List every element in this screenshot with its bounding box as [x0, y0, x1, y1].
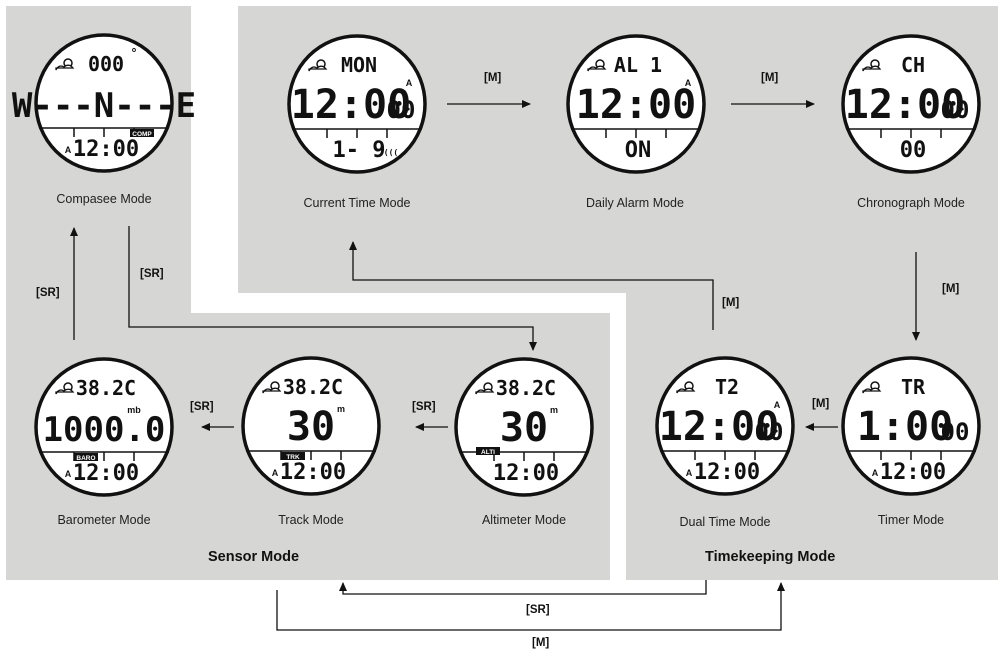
mode-caption-dual-time: Dual Time Mode — [679, 515, 771, 529]
bottom-readout: 12:00 — [73, 461, 139, 486]
corner-indicator: A — [406, 78, 413, 88]
bottom-prefix: A — [272, 468, 279, 478]
main-readout: 30 — [287, 404, 335, 450]
top-readout: 38.2C — [496, 376, 556, 400]
top-readout: TR — [901, 375, 926, 399]
unit-label: mb — [127, 405, 141, 415]
key-label-alti-to-track: [SR] — [412, 401, 436, 413]
watch-face-chrono: CH12:000000 — [841, 34, 981, 174]
watch-face-current: MON12:0000A1- 9((( — [287, 34, 427, 174]
key-label-alarm-to-chrono: [M] — [761, 72, 779, 84]
main-readout: W---N---E — [12, 86, 196, 126]
main-seconds: 00 — [941, 418, 970, 446]
main-readout: 1:00 — [857, 404, 953, 450]
main-readout: 12:00 — [576, 82, 696, 128]
group-label-timekeeping: Timekeeping Mode — [705, 549, 836, 565]
svg-text:ALTI: ALTI — [481, 449, 495, 456]
watch-face-alarm: AL 1 12:00A ON — [566, 34, 706, 174]
key-label-timekeeping-to-sensor: [SR] — [526, 604, 550, 616]
bottom-readout: ON — [625, 138, 652, 163]
key-label-track-to-baro: [SR] — [190, 401, 214, 413]
main-seconds: 00 — [941, 96, 970, 124]
bottom-prefix: A — [686, 468, 693, 478]
watch-face-dual: T212:0000AA 12:00 — [655, 356, 795, 496]
bottom-readout: 12:00 — [493, 461, 559, 486]
bottom-readout: 12:00 — [694, 460, 760, 485]
bottom-readout: 12:00 — [880, 460, 946, 485]
key-label-dual-to-current: [M] — [722, 297, 740, 309]
key-label-current-to-alarm: [M] — [484, 72, 502, 84]
bottom-prefix: A — [65, 469, 72, 479]
corner-indicator: A — [774, 400, 781, 410]
mode-caption-daily-alarm: Daily Alarm Mode — [586, 196, 684, 210]
mode-caption-current-time: Current Time Mode — [303, 196, 411, 210]
key-label-chrono-to-timer: [M] — [942, 283, 960, 295]
arrow-timekeeping-to-sensor — [339, 580, 707, 595]
watch-face-timer: TR 1:0000 A 12:00 — [841, 356, 981, 496]
top-readout: 38.2C — [76, 376, 136, 400]
unit-label: m — [337, 404, 345, 414]
bottom-readout: 12:00 — [280, 460, 346, 485]
top-readout: T2 — [715, 375, 739, 399]
top-readout: 38.2C — [283, 375, 343, 399]
unit-label: m — [550, 405, 558, 415]
top-readout: CH — [901, 53, 925, 77]
mode-caption-compass: Compasee Mode — [56, 192, 152, 206]
key-label-compass-to-alti: [SR] — [140, 268, 164, 280]
bottom-readout: 1- 9 — [333, 138, 386, 163]
mode-diagram: 000 °W---N---ECOMPA 12:00MON12:0000A1- 9((… — [6, 6, 998, 631]
main-readout: 30 — [500, 405, 548, 451]
main-seconds: 00 — [387, 96, 416, 124]
signal-indicator: ((( — [384, 148, 398, 157]
mode-caption-barometer: Barometer Mode — [57, 513, 151, 527]
top-readout: 000 — [88, 52, 124, 76]
key-label-baro-to-compass: [SR] — [36, 287, 60, 299]
mode-caption-chronograph: Chronograph Mode — [857, 196, 965, 210]
top-readout: AL 1 — [614, 53, 662, 77]
watch-face-track: 38.2C30 mTRKA 12:00 — [241, 356, 381, 496]
key-label-timer-to-dual: [M] — [812, 398, 830, 410]
mode-caption-altimeter: Altimeter Mode — [481, 513, 567, 527]
watch-face-baro: 38.2C1000.0mbBAROA 12:00 — [34, 357, 174, 497]
corner-indicator: A — [685, 78, 692, 88]
mode-tag-badge: ALTI — [476, 447, 500, 456]
bottom-readout: 00 — [900, 138, 927, 163]
top-readout: MON — [341, 53, 377, 77]
group-label-sensor: Sensor Mode — [208, 549, 300, 565]
main-seconds: 00 — [755, 418, 784, 446]
mode-caption-timer: Timer Mode — [877, 513, 945, 527]
degree-symbol: ° — [130, 46, 137, 60]
bottom-prefix: A — [872, 468, 879, 478]
main-readout: 1000.0 — [43, 410, 166, 450]
mode-caption-track: Track Mode — [278, 513, 344, 527]
key-label-sensor-to-timekeeping: [M] — [532, 637, 550, 649]
bottom-readout: 12:00 — [73, 137, 139, 162]
watch-face-alti: 38.2C 30 m ALTI 12:00 — [454, 357, 594, 497]
bottom-prefix: A — [65, 145, 72, 155]
